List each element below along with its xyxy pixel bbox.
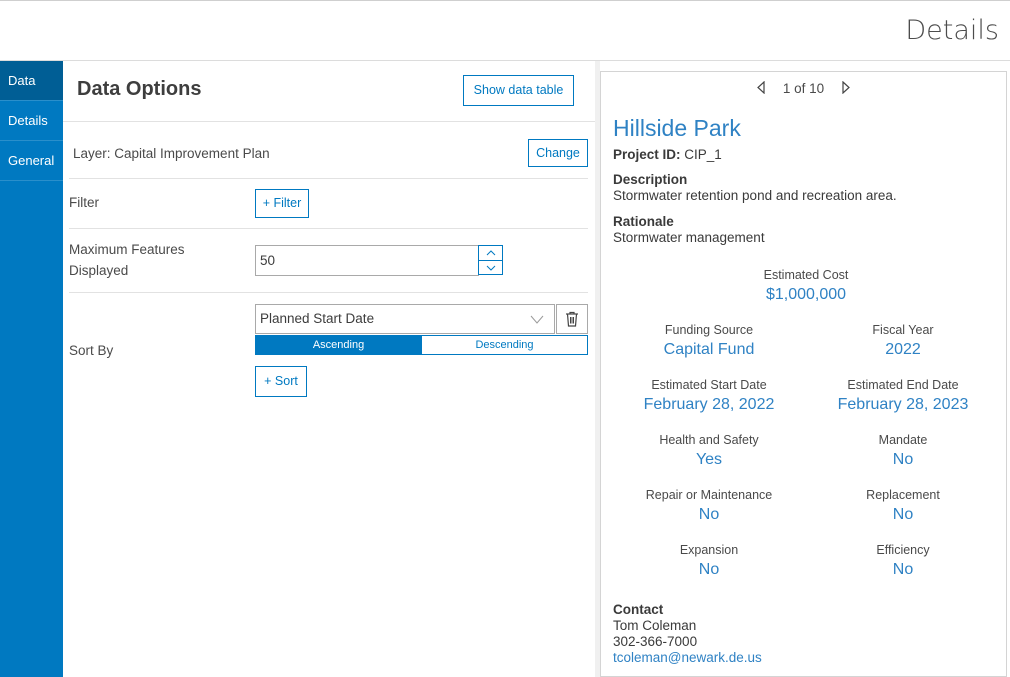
- max-features-label-line1: Maximum Features: [69, 242, 185, 257]
- max-features-row: Maximum Features Displayed 50: [69, 229, 588, 293]
- estimated-cost-value: $1,000,000: [765, 286, 847, 303]
- chevron-down-icon: [530, 315, 544, 324]
- panel-title: Data Options: [77, 78, 202, 100]
- stat-repair-maintenance: Repair or Maintenance No: [609, 488, 809, 524]
- panel-header: Data Options Show data table: [63, 61, 595, 122]
- top-bar: Details: [0, 0, 1010, 61]
- next-icon[interactable]: [842, 80, 850, 95]
- stat-value: 2022: [885, 341, 921, 358]
- layer-row: Layer: Capital Improvement Plan Change: [69, 122, 588, 179]
- stat-funding-source: Funding Source Capital Fund: [609, 323, 809, 359]
- stat-value: No: [698, 506, 720, 523]
- stat-label: Repair or Maintenance: [645, 488, 773, 502]
- sort-field-select[interactable]: Planned Start Date: [255, 304, 555, 334]
- sort-ascending-option[interactable]: Ascending: [256, 336, 421, 354]
- stepper-down-button[interactable]: [479, 260, 502, 274]
- sidebar-item-data[interactable]: Data: [0, 61, 63, 101]
- change-layer-button[interactable]: Change: [528, 139, 588, 167]
- pager-text: 1 of 10: [782, 81, 825, 96]
- description-block: Description Stormwater retention pond an…: [613, 172, 897, 204]
- stat-value: No: [698, 561, 720, 578]
- feature-title: Hillside Park: [613, 115, 741, 141]
- layer-label: Layer: Capital Improvement Plan: [73, 146, 270, 161]
- estimated-cost-label: Estimated Cost: [763, 268, 849, 282]
- stat-value: Capital Fund: [663, 341, 755, 358]
- stat-label: Estimated End Date: [847, 378, 959, 392]
- stat-health-safety: Health and Safety Yes: [609, 433, 809, 469]
- project-id-value: CIP_1: [684, 147, 722, 162]
- stepper-up-button[interactable]: [479, 246, 502, 260]
- rationale-value: Stormwater management: [613, 230, 765, 245]
- stat-estimated-end: Estimated End Date February 28, 2023: [803, 378, 1003, 414]
- contact-block: Contact Tom Coleman 302-366-7000 tcolema…: [613, 602, 762, 666]
- stat-label: Expansion: [679, 543, 739, 557]
- rationale-block: Rationale Stormwater management: [613, 214, 765, 246]
- stat-label: Fiscal Year: [872, 323, 934, 337]
- stat-mandate: Mandate No: [803, 433, 1003, 469]
- stat-label: Estimated Start Date: [651, 378, 767, 392]
- data-options-panel: Data Options Show data table Layer: Capi…: [63, 61, 595, 677]
- stat-expansion: Expansion No: [609, 543, 809, 579]
- stat-value: No: [892, 506, 914, 523]
- project-id: Project ID: CIP_1: [613, 147, 722, 163]
- stat-efficiency: Efficiency No: [803, 543, 1003, 579]
- max-features-label-line2: Displayed: [69, 263, 129, 278]
- stat-label: Mandate: [878, 433, 928, 447]
- project-id-label: Project ID:: [613, 147, 681, 162]
- stat-value: No: [892, 451, 914, 468]
- pager: 1 of 10: [601, 80, 1006, 96]
- sort-direction-toggle[interactable]: Ascending Descending: [255, 335, 588, 355]
- stat-label: Funding Source: [664, 323, 754, 337]
- add-filter-button[interactable]: + Filter: [255, 189, 309, 218]
- sort-field-value: Planned Start Date: [260, 311, 375, 326]
- stat-label: Replacement: [866, 488, 940, 502]
- sort-by-label: Sort By: [69, 343, 114, 358]
- sidebar-item-details[interactable]: Details: [0, 101, 63, 141]
- filter-label: Filter: [69, 195, 99, 210]
- max-features-label: Maximum Features Displayed: [69, 239, 185, 281]
- sort-descending-option[interactable]: Descending: [421, 336, 587, 354]
- add-sort-button[interactable]: + Sort: [255, 366, 307, 397]
- contact-phone: 302-366-7000: [613, 634, 698, 649]
- stat-value: February 28, 2022: [643, 396, 775, 413]
- max-features-stepper[interactable]: [478, 245, 503, 275]
- stat-value: No: [892, 561, 914, 578]
- side-nav: Data Details General: [0, 61, 63, 677]
- page-title: Details: [905, 15, 999, 46]
- trash-icon: [566, 311, 578, 327]
- contact-name: Tom Coleman: [613, 618, 697, 633]
- stat-value: Yes: [695, 451, 723, 468]
- stat-replacement: Replacement No: [803, 488, 1003, 524]
- previous-icon[interactable]: [757, 80, 765, 95]
- stat-label: Efficiency: [876, 543, 930, 557]
- description-label: Description: [613, 172, 688, 187]
- rationale-label: Rationale: [613, 214, 674, 229]
- filter-row: Filter + Filter: [69, 179, 588, 229]
- description-value: Stormwater retention pond and recreation…: [613, 188, 897, 203]
- stat-label: Health and Safety: [659, 433, 759, 447]
- delete-sort-button[interactable]: [556, 304, 588, 334]
- sidebar-item-general[interactable]: General: [0, 141, 63, 181]
- details-card: 1 of 10 Hillside Park Project ID: CIP_1 …: [600, 71, 1007, 677]
- contact-label: Contact: [613, 602, 664, 617]
- chevron-up-icon: [486, 250, 495, 256]
- stat-value: February 28, 2023: [837, 396, 969, 413]
- contact-email-link[interactable]: tcoleman@newark.de.us: [613, 650, 762, 665]
- stat-estimated-start: Estimated Start Date February 28, 2022: [609, 378, 809, 414]
- max-features-input[interactable]: 50: [255, 245, 479, 276]
- stat-fiscal-year: Fiscal Year 2022: [803, 323, 1003, 359]
- show-data-table-button[interactable]: Show data table: [463, 75, 574, 106]
- chevron-down-icon: [486, 265, 495, 271]
- estimated-cost: Estimated Cost $1,000,000: [706, 268, 906, 304]
